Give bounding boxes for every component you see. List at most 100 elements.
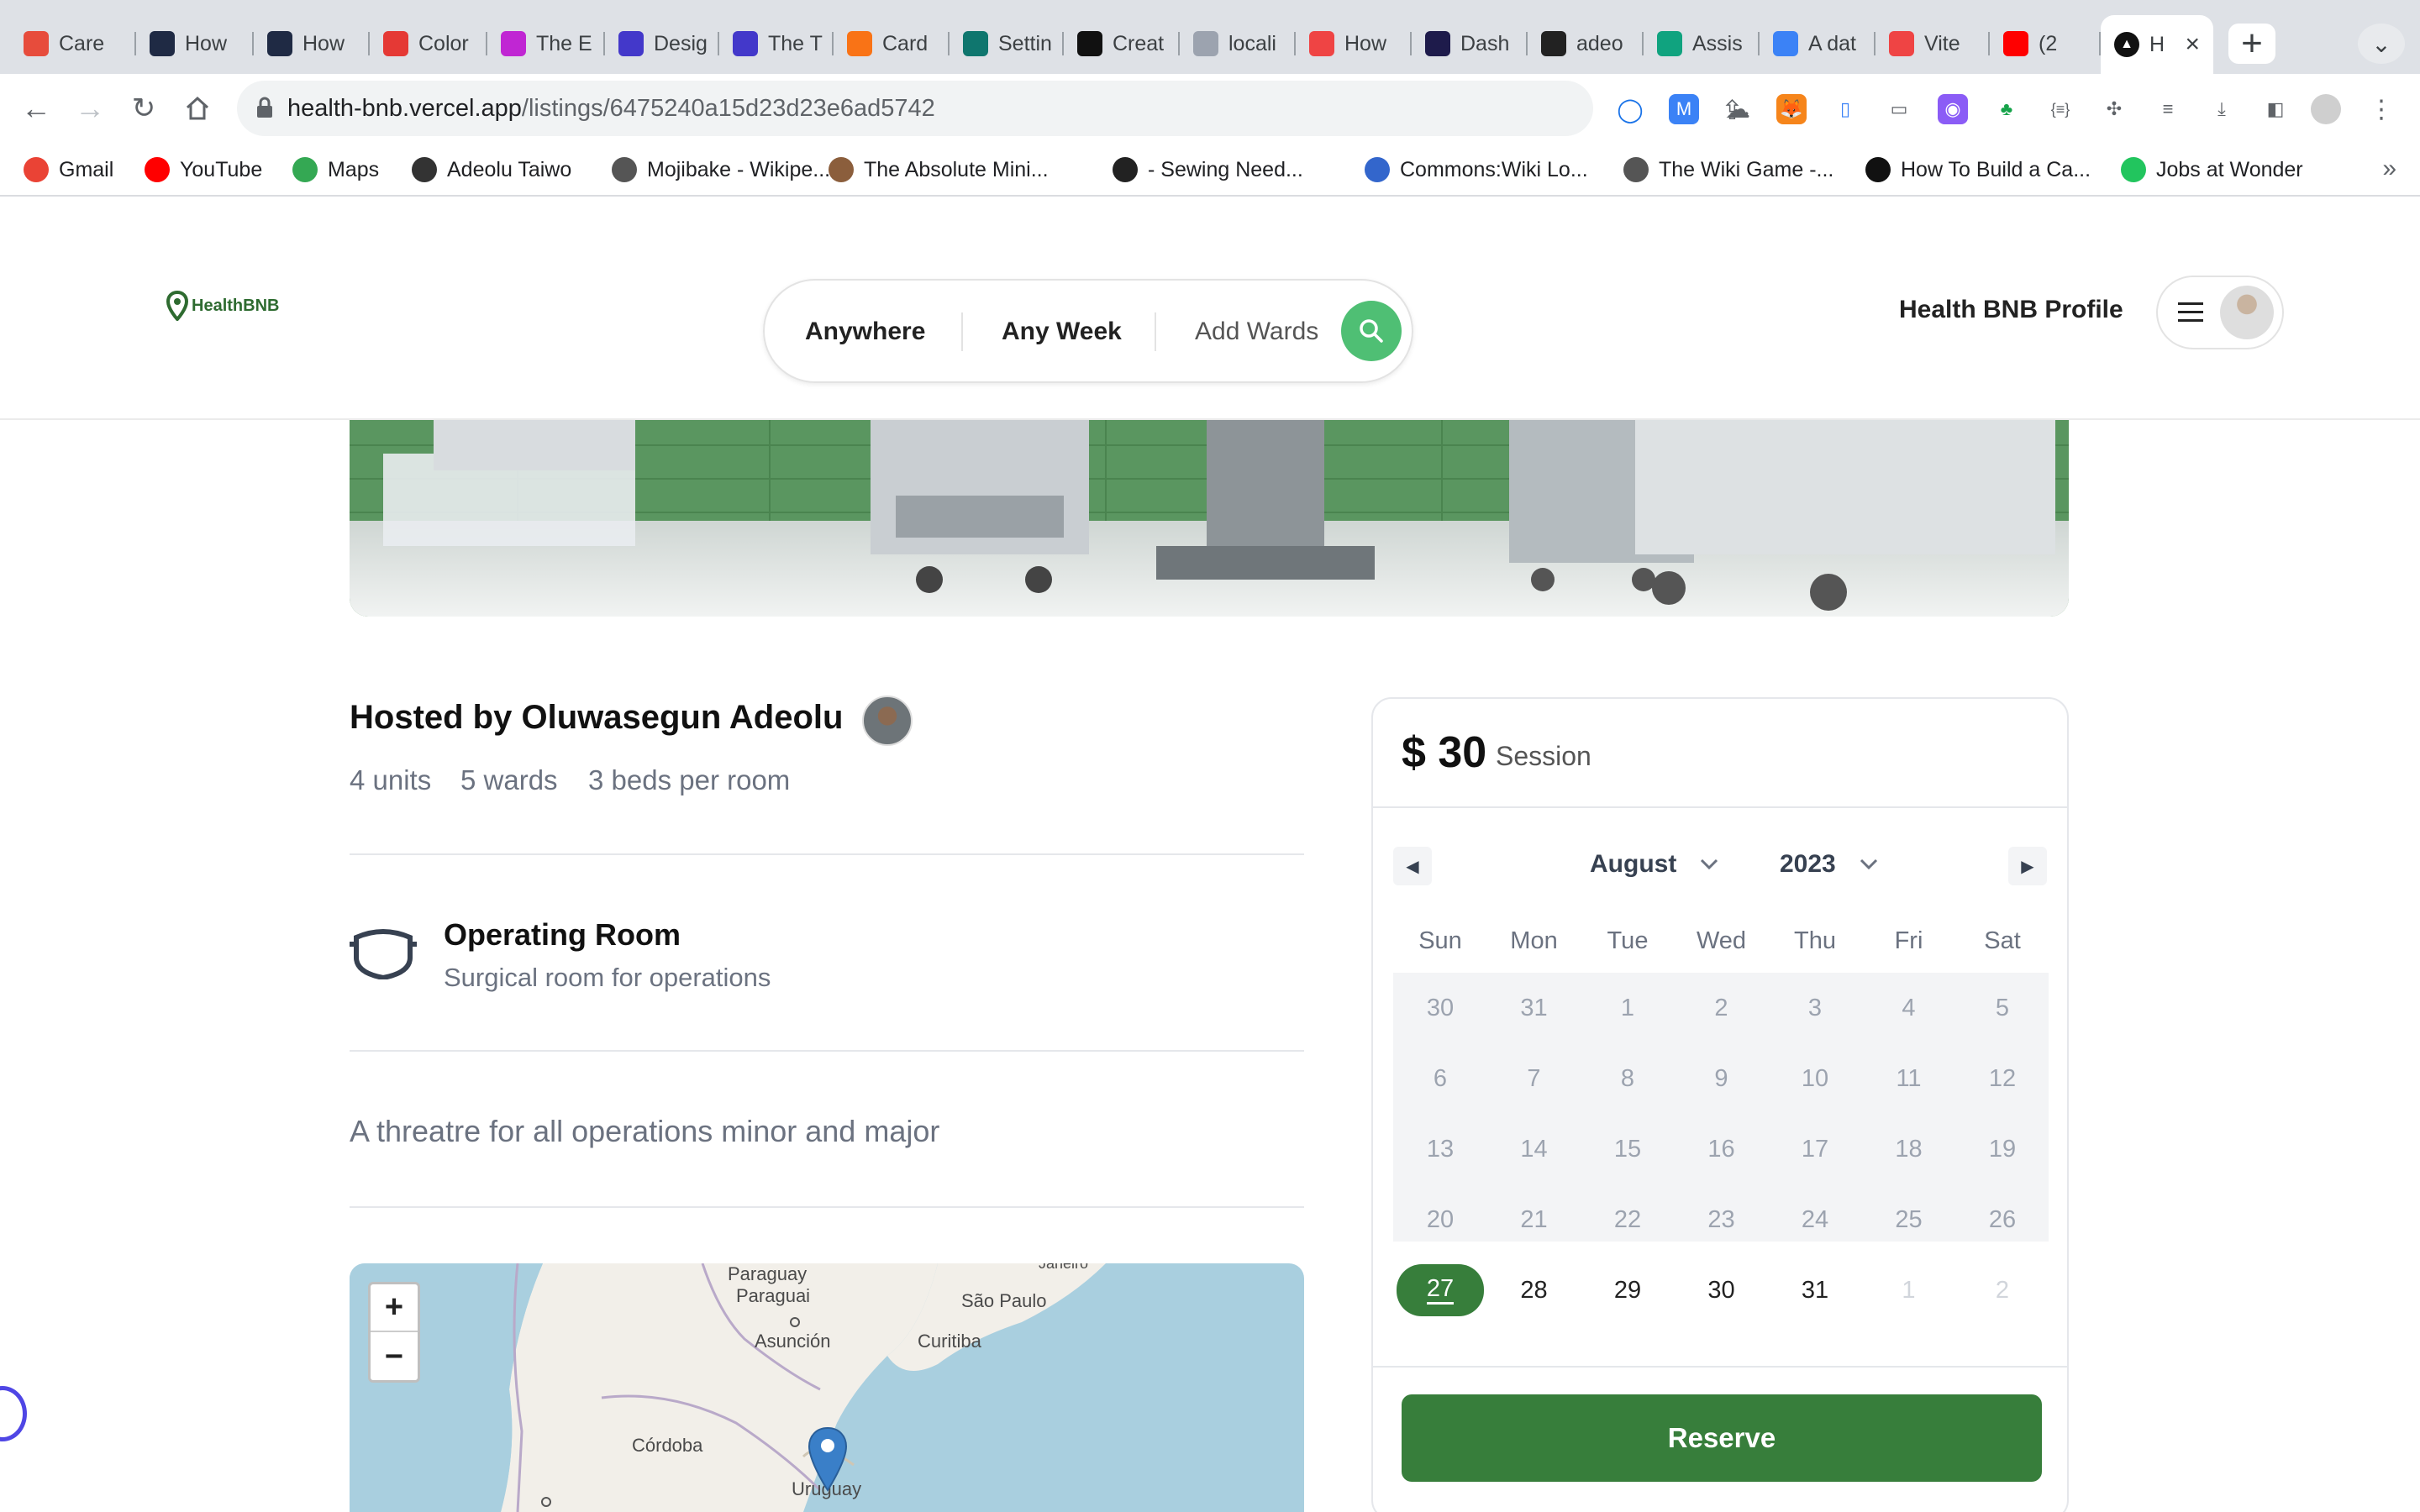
tab[interactable]: Assis [1644,18,1760,69]
side-panel-icon[interactable]: ◧ [2260,94,2291,124]
map-label-janeiro: Janeiro [1039,1263,1089,1272]
bookmark-item[interactable]: Gmail [24,153,113,186]
json-icon[interactable]: {≡} [2045,94,2075,124]
bookmark-item[interactable]: How To Build a Ca... [1865,153,2091,186]
tab[interactable]: Dash [1412,18,1528,69]
zoom-out-button[interactable]: − [371,1333,418,1381]
tab-title: The T [768,31,823,55]
tab[interactable]: How [136,18,254,69]
tab[interactable]: adeo [1528,18,1644,69]
bookmark-item[interactable]: Mojibake - Wikipe... [612,153,830,186]
tab[interactable]: A dat [1760,18,1876,69]
url-host: health-bnb.vercel.app [287,94,522,122]
calendar-day[interactable]: 31 [1768,1255,1862,1326]
clipboard-icon[interactable]: ▯ [1830,94,1860,124]
cloud-icon[interactable]: ☁ [1723,94,1753,124]
calendar-day: 24 [1801,1205,1829,1233]
tab[interactable]: Card [834,18,950,69]
tab-favicon [618,31,644,56]
calendar-day[interactable]: 30 [1675,1255,1769,1326]
chevron-down-icon[interactable]: ⌄ [2358,24,2405,64]
reload-button[interactable]: ↻ [124,89,163,128]
calendar-day[interactable]: 28 [1487,1255,1581,1326]
tab[interactable]: How [1296,18,1412,69]
profile-link[interactable]: Health BNB Profile [1899,296,2123,324]
back-button[interactable]: ← [17,89,55,128]
cast-icon[interactable]: ▭ [1884,94,1914,124]
extension-ring-icon[interactable]: ◯ [1615,94,1645,124]
media-icon[interactable]: ≡ [2153,94,2183,124]
bookmark-item[interactable]: The Absolute Mini... [829,153,1049,186]
tab-favicon [847,31,872,56]
year-select[interactable]: 2023 [1780,850,1878,879]
home-button[interactable] [178,89,217,128]
more-menu-icon[interactable]: ⋮ [2366,94,2396,124]
next-month-button[interactable]: ▶ [2008,847,2047,885]
search-anywhere[interactable]: Anywhere [805,318,925,346]
address-bar[interactable]: health-bnb.vercel.app/listings/6475240a1… [237,81,1799,136]
bookmark-item[interactable]: Jobs at Wonder [2121,153,2303,186]
search-bar[interactable]: Anywhere Any Week Add Wards [763,279,1413,383]
bookmark-item[interactable]: Maps [292,153,379,186]
tab[interactable]: Settin [950,18,1064,69]
tab[interactable]: (2 [1990,18,2101,69]
forward-button[interactable]: → [71,89,109,128]
bookmark-item[interactable]: Commons:Wiki Lo... [1365,153,1588,186]
extension-m-icon[interactable]: M [1669,94,1699,124]
fox-icon[interactable]: 🦊 [1776,94,1807,124]
tab-active[interactable]: ▲ H × [2101,15,2213,74]
logo[interactable]: HealthBNB [166,291,279,321]
tree-icon[interactable]: ♣ [1991,94,2022,124]
new-tab-button[interactable]: + [2228,23,2275,64]
calendar-day[interactable]: 29 [1581,1255,1675,1326]
tab[interactable]: Vite [1876,18,1990,69]
search-any-week[interactable]: Any Week [1002,318,1122,346]
close-icon[interactable]: × [2185,30,2200,59]
bookmark-item[interactable]: Adeolu Taiwo [412,153,571,186]
calendar-day: 16 [1707,1135,1735,1163]
extension-purple-icon[interactable]: ◉ [1938,94,1968,124]
download-icon[interactable]: ⤓ [2207,94,2237,124]
bookmark-item[interactable]: The Wiki Game -... [1623,153,1833,186]
tab[interactable]: The T [719,18,834,69]
bookmark-item[interactable]: - Sewing Need... [1113,153,1303,186]
month-select[interactable]: August [1590,850,1718,879]
tab[interactable]: The E [487,18,605,69]
bookmark-label: Commons:Wiki Lo... [1400,157,1588,181]
zoom-in-button[interactable]: + [371,1284,418,1332]
calendar-day: 3 [1807,994,1823,1021]
calendar-day: 6 [1433,1064,1448,1092]
map-label-paraguai: Paraguai [736,1285,811,1306]
tab[interactable]: Care [10,18,136,69]
chevrons-right-icon[interactable]: » [2382,155,2396,183]
tab[interactable]: Desig [605,18,719,69]
bookmark-label: How To Build a Ca... [1901,157,2091,181]
url-path: /listings/6475240a15d23d23e6ad5742 [521,94,935,122]
tab[interactable]: Creat [1064,18,1180,69]
location-map[interactable]: Paraguay Paraguai Asunción Janeiro São P… [350,1263,1304,1512]
map-marker-icon[interactable] [807,1426,849,1492]
bookmark-item[interactable]: YouTube [145,153,262,186]
puzzle-icon[interactable]: ✣ [2099,94,2129,124]
prev-month-button[interactable]: ◀ [1393,847,1432,885]
calendar-day: 2 [1995,1276,2010,1304]
profile-avatar-icon[interactable] [2311,94,2341,124]
tab[interactable]: How [254,18,370,69]
search-add-wards[interactable]: Add Wards [1195,318,1318,346]
tab-title: Card [882,31,929,55]
calendar-day-selected[interactable]: 27 [1397,1264,1484,1316]
logo-text: HealthBNB [192,296,280,315]
avatar [2220,286,2274,339]
reserve-button[interactable]: Reserve [1402,1394,2042,1482]
site-header: HealthBNB Anywhere Any Week Add Wards He… [0,198,2420,420]
floating-widget[interactable] [0,1386,27,1441]
bookmark-label: Maps [328,157,380,181]
weekday-label: Sat [1984,927,2021,954]
bookmark-icon [612,157,637,182]
user-menu-button[interactable] [2156,276,2284,349]
tab[interactable]: locali [1180,18,1296,69]
search-button[interactable] [1341,301,1402,361]
tab[interactable]: Color [370,18,487,69]
year-label: 2023 [1780,850,1836,878]
shield-icon [350,929,417,979]
